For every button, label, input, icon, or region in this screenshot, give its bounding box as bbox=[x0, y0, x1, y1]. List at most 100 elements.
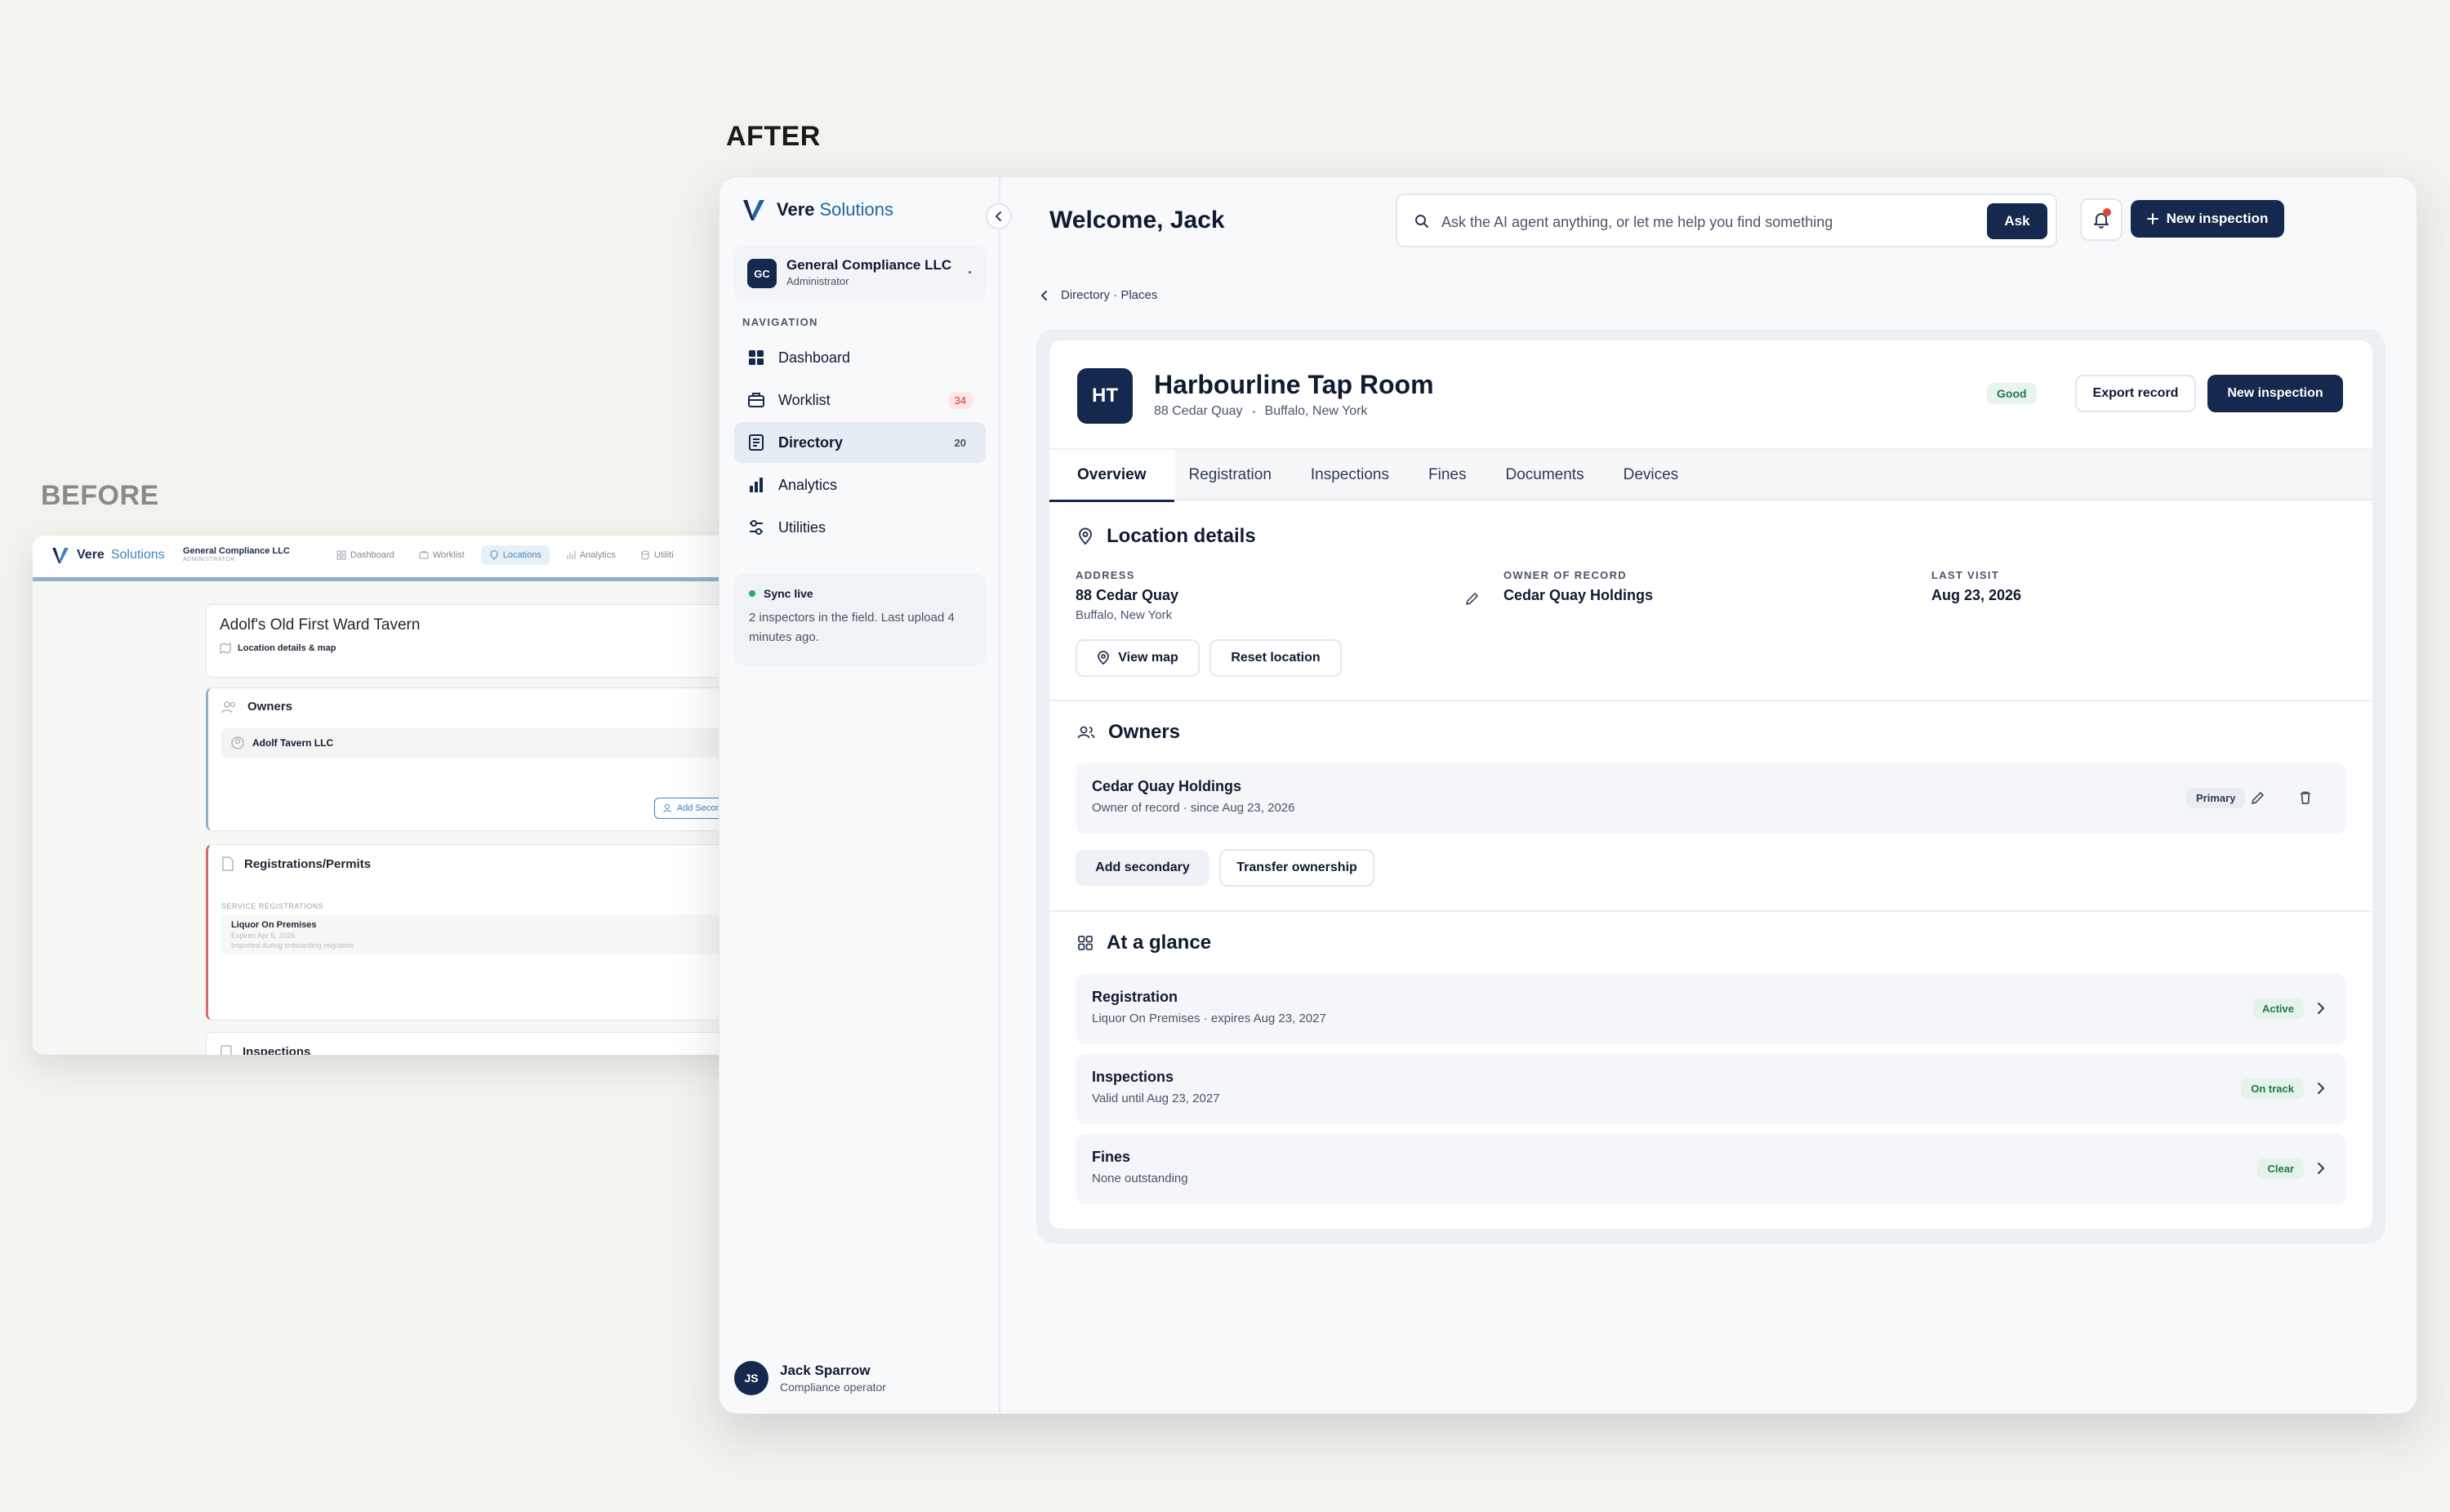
new-inspection-header-button[interactable]: New inspection bbox=[2131, 200, 2284, 238]
glance-row-inspections[interactable]: Inspections Valid until Aug 23, 2027 On … bbox=[1076, 1054, 2346, 1124]
main-content: Welcome, Jack Ask New inspection Directo… bbox=[1002, 177, 2417, 1413]
directory-icon bbox=[749, 434, 764, 451]
address-city: Buffalo, New York bbox=[1076, 608, 1173, 622]
notifications-button[interactable] bbox=[2080, 198, 2123, 241]
users-icon bbox=[221, 701, 235, 713]
app-logo[interactable]: Vere Solutions bbox=[741, 197, 893, 223]
delete-owner-button[interactable] bbox=[2296, 788, 2315, 807]
before-org[interactable]: General Compliance LLC ADMINISTRATOR bbox=[183, 546, 290, 563]
user-profile[interactable]: JS Jack Sparrow Compliance operator bbox=[734, 1361, 886, 1395]
section-divider bbox=[1049, 910, 2372, 912]
sidebar-item-utilities[interactable]: Utilities bbox=[734, 507, 986, 548]
before-nav-locations[interactable]: Locations bbox=[480, 545, 550, 565]
org-avatar: GC bbox=[747, 259, 777, 288]
owner-row[interactable]: Cedar Quay Holdings Owner of record · si… bbox=[1076, 763, 2346, 834]
chevron-right-icon bbox=[2318, 1003, 2324, 1014]
new-inspection-button[interactable]: New inspection bbox=[2207, 375, 2343, 412]
sidebar-nav: Dashboard Worklist 34 Directory 20 Analy… bbox=[734, 337, 986, 549]
sync-status-card: Sync live 2 inspectors in the field. Las… bbox=[734, 574, 986, 665]
reset-location-button[interactable]: Reset location bbox=[1209, 639, 1342, 677]
pin-icon bbox=[490, 550, 498, 560]
glance-row-fines[interactable]: Fines None outstanding Clear bbox=[1076, 1134, 2346, 1204]
grid-icon bbox=[749, 350, 764, 365]
status-badge: Good bbox=[1987, 383, 2037, 404]
status-badge: Clear bbox=[2257, 1158, 2304, 1179]
user-avatar: JS bbox=[734, 1361, 768, 1395]
owners-heading: Owners bbox=[1077, 721, 1180, 744]
breadcrumb-text: Directory · Places bbox=[1061, 288, 1158, 302]
before-brand: Vere bbox=[77, 548, 105, 562]
add-secondary-button[interactable]: Add secondary bbox=[1076, 850, 1209, 886]
before-registration-row[interactable]: Liquor On Premises Expires Apr 5, 2026 I… bbox=[221, 915, 747, 954]
sidebar-item-analytics[interactable]: Analytics bbox=[734, 465, 986, 505]
grid-icon bbox=[336, 550, 346, 560]
transfer-ownership-button[interactable]: Transfer ownership bbox=[1219, 849, 1374, 887]
before-label: BEFORE bbox=[41, 480, 159, 511]
record-panel: HT Harbourline Tap Room 88 Cedar Quay Buf… bbox=[1049, 340, 2372, 1229]
live-dot-icon bbox=[749, 590, 755, 597]
before-location-details[interactable]: Location details & map bbox=[207, 639, 751, 662]
edit-address-pencil-icon[interactable] bbox=[1464, 590, 1481, 607]
tab-devices[interactable]: Devices bbox=[1609, 450, 1704, 500]
sidebar-item-worklist[interactable]: Worklist 34 bbox=[734, 380, 986, 420]
sync-title: Sync live bbox=[764, 587, 813, 600]
before-window: Vere Solutions General Compliance LLC AD… bbox=[33, 536, 751, 1055]
sidebar-item-dashboard[interactable]: Dashboard bbox=[734, 337, 986, 378]
export-record-button[interactable]: Export record bbox=[2075, 375, 2196, 412]
org-switcher[interactable]: GC General Compliance LLC Administrator bbox=[734, 246, 986, 300]
after-window: Vere Solutions GC General Compliance LLC… bbox=[719, 176, 2417, 1414]
bar-chart-icon bbox=[567, 551, 576, 559]
tab-fines[interactable]: Fines bbox=[1414, 450, 1490, 500]
before-org-role: ADMINISTRATOR bbox=[183, 557, 235, 563]
search-icon bbox=[1415, 215, 1428, 228]
chevron-left-icon bbox=[1041, 290, 1047, 300]
user-circle-icon bbox=[231, 736, 244, 749]
tab-documents[interactable]: Documents bbox=[1490, 450, 1608, 500]
place-avatar: HT bbox=[1077, 368, 1133, 424]
primary-badge: Primary bbox=[2186, 788, 2246, 808]
before-org-name: General Compliance LLC bbox=[183, 546, 290, 556]
sync-text: 2 inspectors in the field. Last upload 4… bbox=[749, 611, 955, 644]
before-title-card: Adolf's Old First Ward Tavern Location d… bbox=[206, 604, 751, 678]
before-nav-dashboard[interactable]: Dashboard bbox=[328, 545, 403, 565]
glance-row-title: Fines bbox=[1092, 1149, 1131, 1165]
vere-logo-icon bbox=[743, 200, 764, 220]
sidebar-item-directory[interactable]: Directory 20 bbox=[734, 422, 986, 463]
org-role: Administrator bbox=[786, 275, 849, 287]
breadcrumb[interactable]: Directory · Places bbox=[1040, 288, 1157, 302]
address-value: 88 Cedar Quay bbox=[1076, 587, 1179, 603]
view-map-button[interactable]: View map bbox=[1076, 639, 1200, 677]
clipboard-icon bbox=[220, 1045, 232, 1055]
sidebar-item-label: Dashboard bbox=[778, 349, 851, 366]
sliders-icon bbox=[750, 520, 763, 535]
brand-name: Vere bbox=[777, 199, 815, 220]
glance-row-registration[interactable]: Registration Liquor On Premises · expire… bbox=[1076, 974, 2346, 1044]
directory-count-badge: 20 bbox=[954, 436, 966, 449]
before-nav-worklist[interactable]: Worklist bbox=[411, 545, 473, 565]
before-nav-analytics[interactable]: Analytics bbox=[558, 545, 624, 565]
brand-accent: Solutions bbox=[819, 199, 894, 220]
last-visit-label: LAST VISIT bbox=[1931, 569, 2000, 581]
pin-icon bbox=[1098, 651, 1110, 665]
before-service-registrations: SERVICE REGISTRATIONS bbox=[221, 902, 324, 910]
pin-icon bbox=[1078, 527, 1093, 545]
briefcase-icon bbox=[748, 393, 764, 407]
tab-registration[interactable]: Registration bbox=[1174, 450, 1296, 500]
before-topbar: Vere Solutions General Compliance LLC AD… bbox=[33, 536, 751, 581]
owner-of-record-value: Cedar Quay Holdings bbox=[1503, 587, 1654, 603]
ask-button[interactable]: Ask bbox=[1987, 203, 2047, 239]
ai-search-bar: Ask bbox=[1396, 193, 2057, 247]
nav-label: NAVIGATION bbox=[742, 316, 818, 328]
before-nav: Dashboard Worklist Locations Analytics U… bbox=[328, 545, 682, 565]
before-title: Adolf's Old First Ward Tavern bbox=[220, 616, 421, 634]
tab-inspections[interactable]: Inspections bbox=[1296, 450, 1414, 500]
before-nav-utilities[interactable]: Utiliti bbox=[632, 545, 682, 565]
tab-overview[interactable]: Overview bbox=[1049, 450, 1174, 502]
glance-row-sub: Liquor On Premises · expires Aug 23, 202… bbox=[1092, 1012, 1326, 1025]
status-badge: Active bbox=[2252, 998, 2304, 1019]
before-owner-row[interactable]: Adolf Tavern LLC bbox=[221, 728, 747, 758]
edit-owner-button[interactable] bbox=[2248, 788, 2268, 807]
glance-row-sub: None outstanding bbox=[1092, 1172, 1188, 1185]
place-name: Harbourline Tap Room bbox=[1154, 370, 1434, 399]
search-input[interactable] bbox=[1441, 210, 1980, 234]
